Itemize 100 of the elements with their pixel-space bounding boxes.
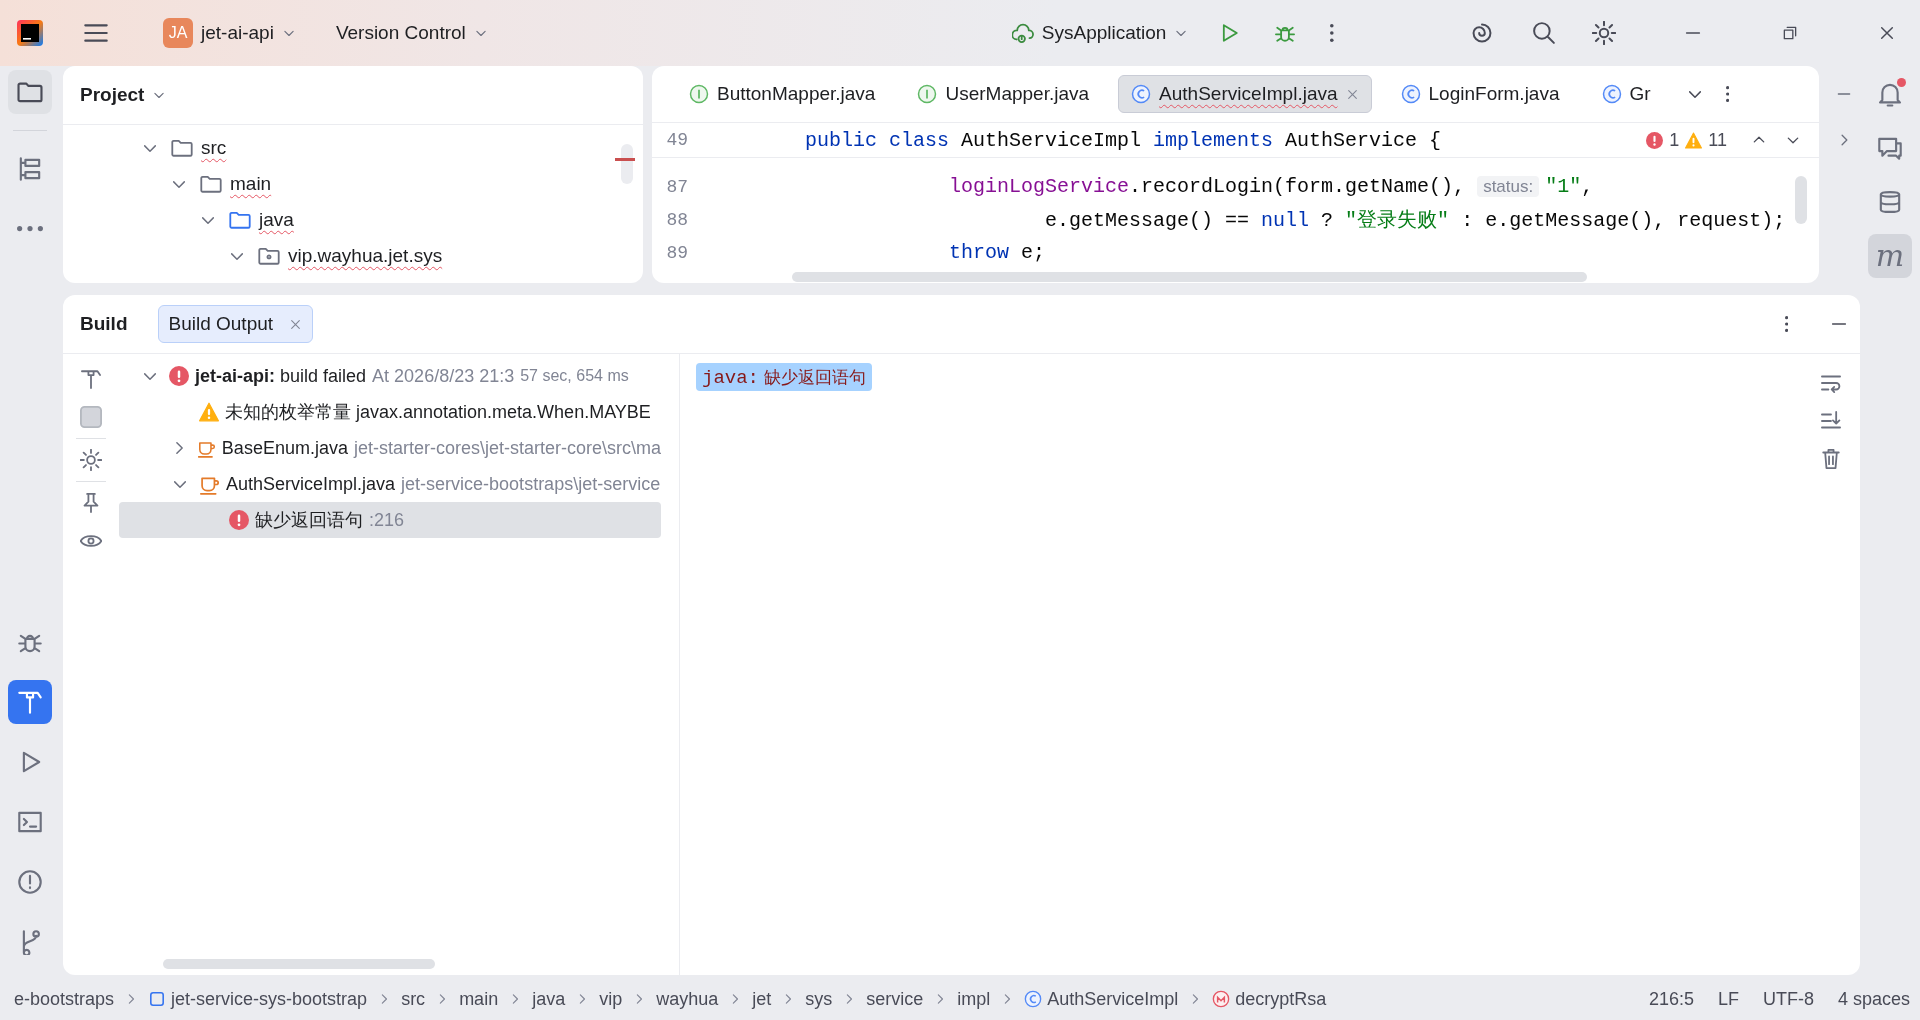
close-icon[interactable] xyxy=(1878,24,1896,42)
code-line: public class AuthServiceImpl implements AuthService { xyxy=(805,128,1442,152)
package-folder-icon xyxy=(258,245,280,267)
code-token: e.getMessage() == xyxy=(1044,209,1251,232)
search-icon[interactable] xyxy=(1532,21,1556,45)
run-configuration[interactable]: SysApplication xyxy=(1011,22,1189,44)
interface-icon xyxy=(917,84,938,104)
breadcrumb[interactable]: vip xyxy=(599,988,623,1010)
structure-icon xyxy=(17,156,43,182)
code-token: , xyxy=(1581,175,1594,198)
project-tool-button[interactable] xyxy=(8,70,52,114)
scrollbar-thumb[interactable] xyxy=(621,144,633,184)
cloud-icon xyxy=(1011,22,1034,44)
run-config-name: SysApplication xyxy=(1041,22,1167,44)
code-token: throw xyxy=(948,241,1010,264)
breadcrumb[interactable]: java xyxy=(532,988,566,1010)
class-icon xyxy=(1601,84,1622,104)
version-control-menu[interactable]: Version Control xyxy=(335,22,488,44)
tree-item[interactable]: main xyxy=(230,173,272,195)
caret-position[interactable]: 216:5 xyxy=(1648,988,1694,1010)
interface-icon xyxy=(689,84,709,104)
file-tab[interactable]: AuthServiceImpl.java xyxy=(1118,75,1372,113)
file-tab[interactable]: LoginForm.java xyxy=(1387,75,1573,113)
file-tab[interactable]: ButtonMapper.java xyxy=(676,75,889,113)
breadcrumb[interactable]: wayhua xyxy=(656,988,719,1010)
build-tool-button[interactable] xyxy=(8,680,52,724)
breadcrumb[interactable]: main xyxy=(459,988,499,1010)
settings-icon[interactable] xyxy=(1592,21,1616,45)
file-tab[interactable]: UserMapper.java xyxy=(904,75,1103,113)
build-time: At 2026/8/23 21:3 xyxy=(372,365,515,387)
problems-icon xyxy=(17,869,43,895)
clear-icon[interactable] xyxy=(1820,448,1842,470)
panel-title[interactable]: Project xyxy=(80,84,145,106)
code-token: "登录失败" xyxy=(1345,209,1450,232)
breadcrumb[interactable]: e-bootstraps xyxy=(14,988,115,1010)
line-number: 88 xyxy=(665,209,688,230)
code-token: loginLogService xyxy=(948,175,1130,198)
tree-item[interactable]: vip.wayhua.jet.sys xyxy=(288,245,443,267)
file-tab[interactable]: Gr xyxy=(1588,75,1664,113)
selected-tree-row[interactable]: 缺少返回语句 :216 xyxy=(119,502,661,538)
breadcrumb[interactable]: service xyxy=(866,988,924,1010)
error-marker xyxy=(615,158,635,161)
code-token: e; xyxy=(1020,241,1046,264)
more-icon[interactable] xyxy=(1330,24,1334,42)
app-logo-icon[interactable] xyxy=(17,20,43,46)
file-name[interactable]: AuthServiceImpl.java xyxy=(226,473,396,495)
hammer-icon[interactable] xyxy=(80,368,102,390)
error-icon xyxy=(1646,131,1664,149)
line-separator[interactable]: LF xyxy=(1717,988,1739,1010)
database-icon xyxy=(1877,189,1903,215)
restore-icon[interactable] xyxy=(1782,25,1798,41)
breadcrumb[interactable]: jet-service-sys-bootstrap xyxy=(148,988,368,1010)
more-icon[interactable] xyxy=(1725,86,1729,102)
method-icon xyxy=(1212,990,1231,1008)
file-name[interactable]: BaseEnum.java xyxy=(221,437,348,459)
error-icon xyxy=(169,366,189,386)
code-token: null xyxy=(1261,209,1310,232)
breadcrumb[interactable]: AuthServiceImpl xyxy=(1024,988,1179,1010)
message-text[interactable]: 未知的枚举常量 javax.annotation.meta.When.MAYBE xyxy=(225,400,651,424)
error-count[interactable]: 1 xyxy=(1669,129,1680,151)
module-icon xyxy=(148,990,167,1008)
file-path: jet-service-bootstraps\jet-service xyxy=(401,473,661,495)
project-name: jet-ai-api xyxy=(201,22,274,44)
line-number: 49 xyxy=(665,130,688,150)
scrollbar-thumb[interactable] xyxy=(1795,176,1807,224)
breadcrumb[interactable]: sys xyxy=(805,988,833,1010)
class-icon xyxy=(1131,84,1152,104)
build-status: jet-ai-api: build failed xyxy=(195,365,367,387)
notifications-icon xyxy=(1877,81,1903,107)
file-encoding[interactable]: UTF-8 xyxy=(1762,988,1814,1010)
class-icon xyxy=(1024,990,1043,1008)
breadcrumb[interactable]: jet xyxy=(752,988,772,1010)
breadcrumb[interactable]: src xyxy=(401,988,426,1010)
code-token: : e.getMessage(), request); xyxy=(1460,209,1786,232)
settings-icon[interactable] xyxy=(80,449,102,471)
tree-item[interactable]: src xyxy=(201,137,227,159)
panel-title: Build xyxy=(80,313,128,335)
swirl-icon[interactable] xyxy=(1470,21,1494,45)
folder-icon xyxy=(171,137,193,159)
scrollbar-thumb[interactable] xyxy=(163,959,435,969)
parameter-hint: status: xyxy=(1477,176,1540,197)
project-selector[interactable]: JA jet-ai-api xyxy=(163,18,296,48)
more-icon[interactable] xyxy=(1784,316,1788,332)
warning-count[interactable]: 11 xyxy=(1708,129,1727,151)
warning-icon xyxy=(199,402,219,422)
message-text[interactable]: 缺少返回语句 xyxy=(255,508,363,532)
tree-item[interactable]: java xyxy=(259,209,294,231)
terminal-icon xyxy=(17,809,43,835)
breadcrumb[interactable]: impl xyxy=(957,988,991,1010)
warning-icon xyxy=(1685,131,1703,149)
folder-icon xyxy=(229,209,251,231)
class-icon xyxy=(1400,84,1421,104)
more-icon xyxy=(17,226,43,232)
indent-setting[interactable]: 4 spaces xyxy=(1837,988,1910,1010)
build-tab[interactable]: Build Output xyxy=(157,305,314,343)
line-number: 87 xyxy=(665,176,688,197)
breadcrumb[interactable]: decryptRsa xyxy=(1212,988,1327,1010)
scrollbar-thumb[interactable] xyxy=(792,272,1587,282)
error-icon xyxy=(229,510,249,530)
code-token: ? xyxy=(1320,209,1335,232)
